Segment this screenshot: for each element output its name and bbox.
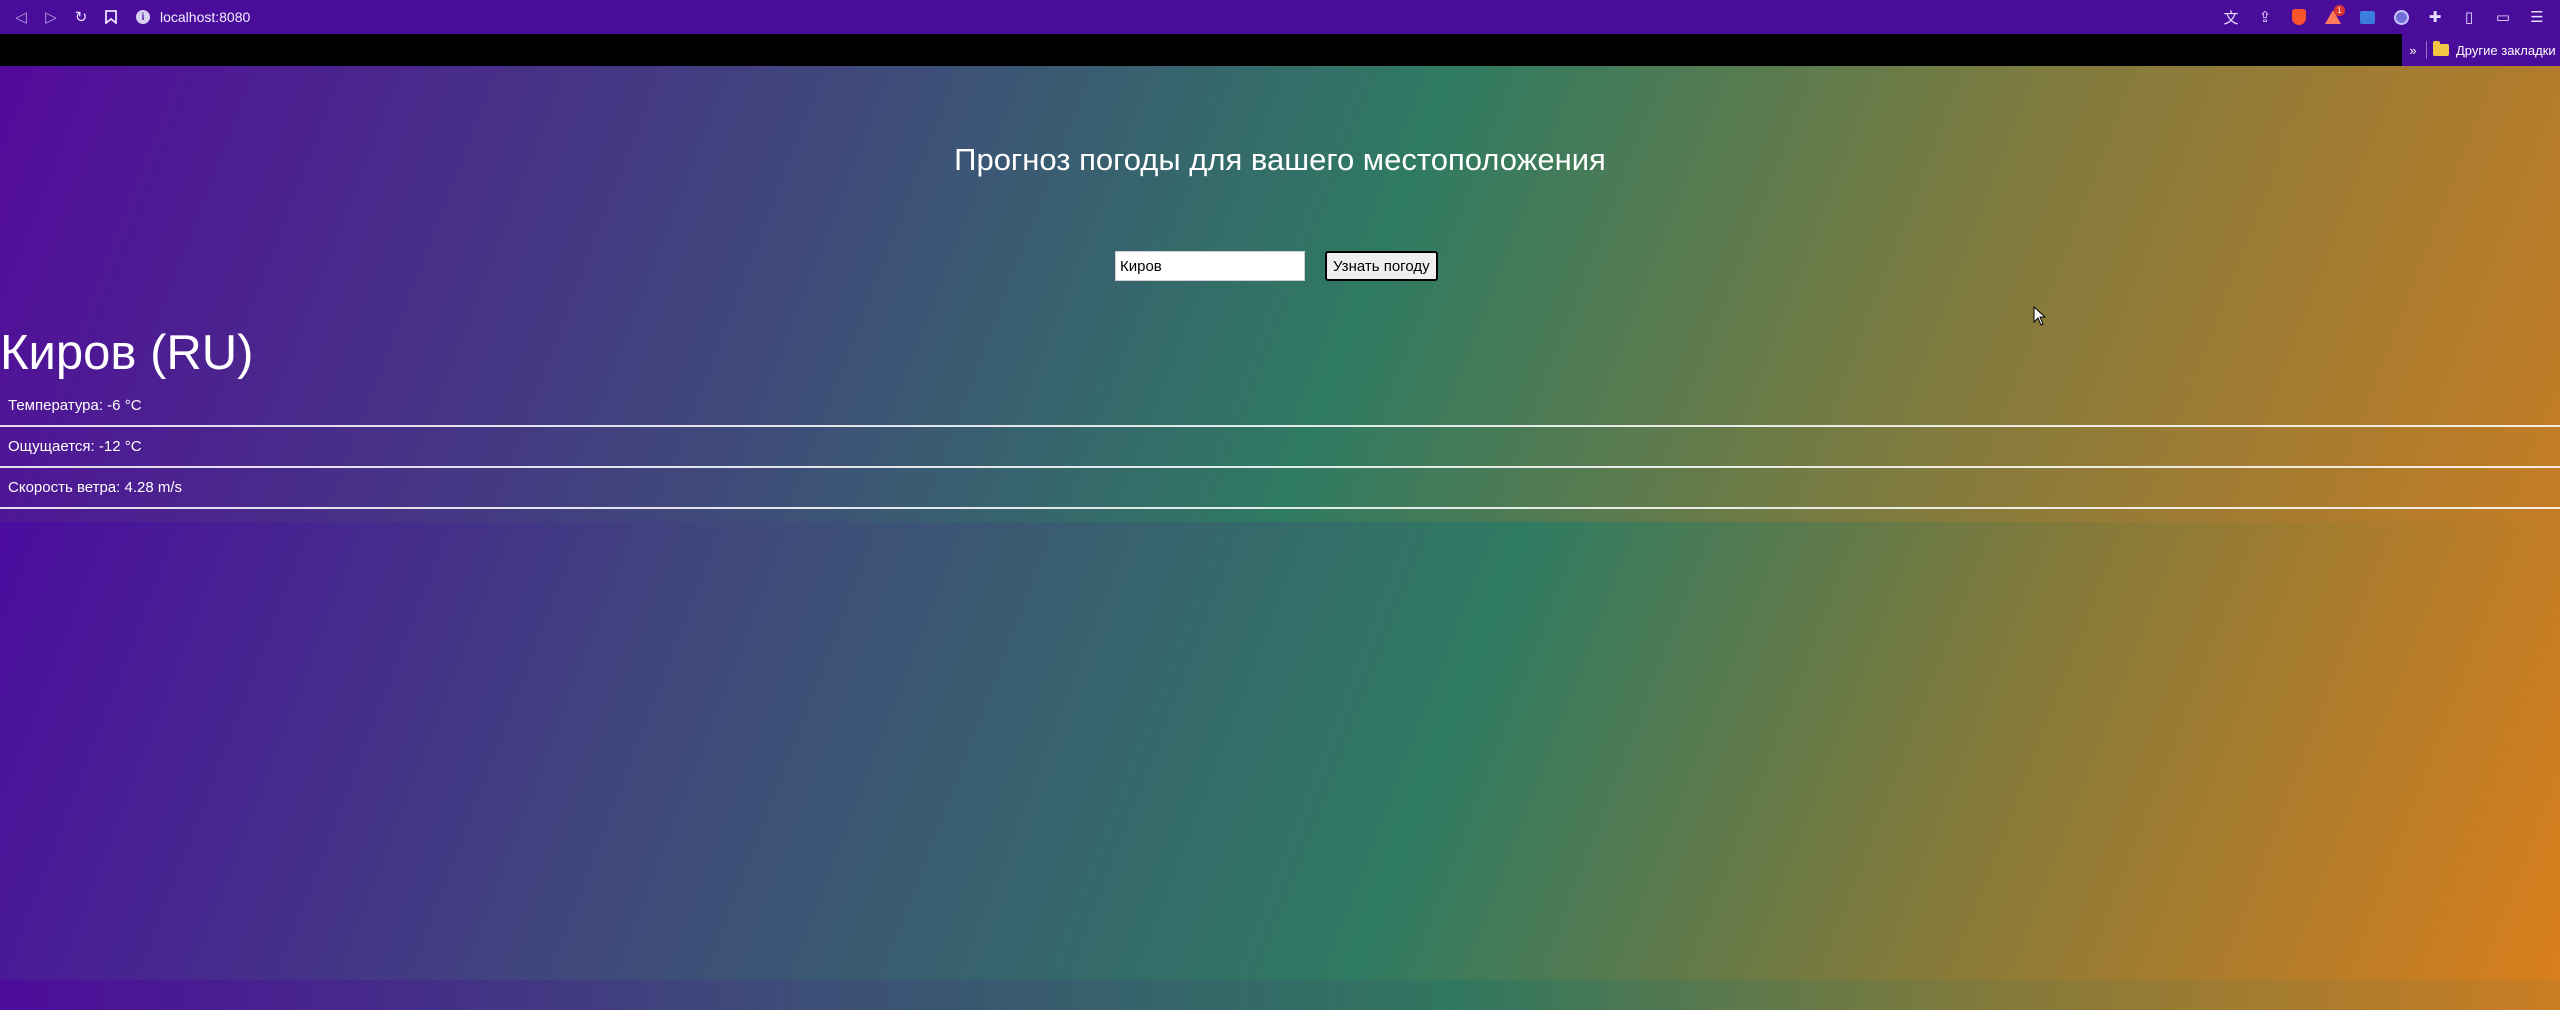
toolbar-actions: 文 ⇪ 1 ✚ ▯ ▭ ☰ <box>2214 0 2554 34</box>
translate-icon[interactable]: 文 <box>2214 0 2248 34</box>
wind-speed-row: Скорость ветра: 4.28 m/s <box>0 468 2560 509</box>
back-icon[interactable]: ◁ <box>6 0 36 34</box>
share-icon[interactable]: ⇪ <box>2248 0 2282 34</box>
city-name: Киров (RU) <box>0 326 254 380</box>
reload-icon[interactable]: ↻ <box>66 0 96 34</box>
divider <box>2426 41 2427 59</box>
menu-icon[interactable]: ☰ <box>2520 0 2554 34</box>
feels-like-row: Ощущается: -12 °C <box>0 427 2560 468</box>
folder-icon <box>2433 41 2449 56</box>
browser-toolbar: ◁ ▷ ↻ i localhost:8080 文 ⇪ 1 ✚ ▯ ▭ ☰ <box>0 0 2560 34</box>
sidebar-icon[interactable]: ▯ <box>2452 0 2486 34</box>
get-weather-button[interactable]: Узнать погоду <box>1325 251 1438 281</box>
bookmark-icon[interactable] <box>96 0 126 34</box>
page-viewport: Прогноз погоды для вашего местоположения… <box>0 66 2560 980</box>
temperature-row: Температура: -6 °C <box>0 386 2560 427</box>
rewards-badge: 1 <box>2334 5 2345 16</box>
address-bar[interactable]: i localhost:8080 <box>136 4 250 30</box>
bookmarks-overflow: » Другие закладки <box>2402 34 2560 66</box>
chevron-double-right-icon[interactable]: » <box>2402 43 2424 58</box>
forward-icon[interactable]: ▷ <box>36 0 66 34</box>
extension-translate-icon[interactable] <box>2350 0 2384 34</box>
extensions-puzzle-icon[interactable]: ✚ <box>2418 0 2452 34</box>
city-input[interactable] <box>1115 251 1305 281</box>
extension-circle-icon[interactable] <box>2384 0 2418 34</box>
background-lower <box>0 522 2560 980</box>
brave-rewards-icon[interactable]: 1 <box>2316 0 2350 34</box>
weather-details: Температура: -6 °C Ощущается: -12 °C Ско… <box>0 386 2560 509</box>
page-title: Прогноз погоды для вашего местоположения <box>954 142 1606 177</box>
brave-shields-icon[interactable] <box>2282 0 2316 34</box>
other-bookmarks-link[interactable]: Другие закладки <box>2456 43 2556 58</box>
bottom-strip <box>0 980 2560 1010</box>
bookmarks-bar: » Другие закладки <box>0 34 2560 66</box>
wallet-icon[interactable]: ▭ <box>2486 0 2520 34</box>
site-info-icon[interactable]: i <box>136 10 150 24</box>
search-form: Узнать погоду <box>1115 251 1438 281</box>
url-text: localhost:8080 <box>160 9 251 25</box>
